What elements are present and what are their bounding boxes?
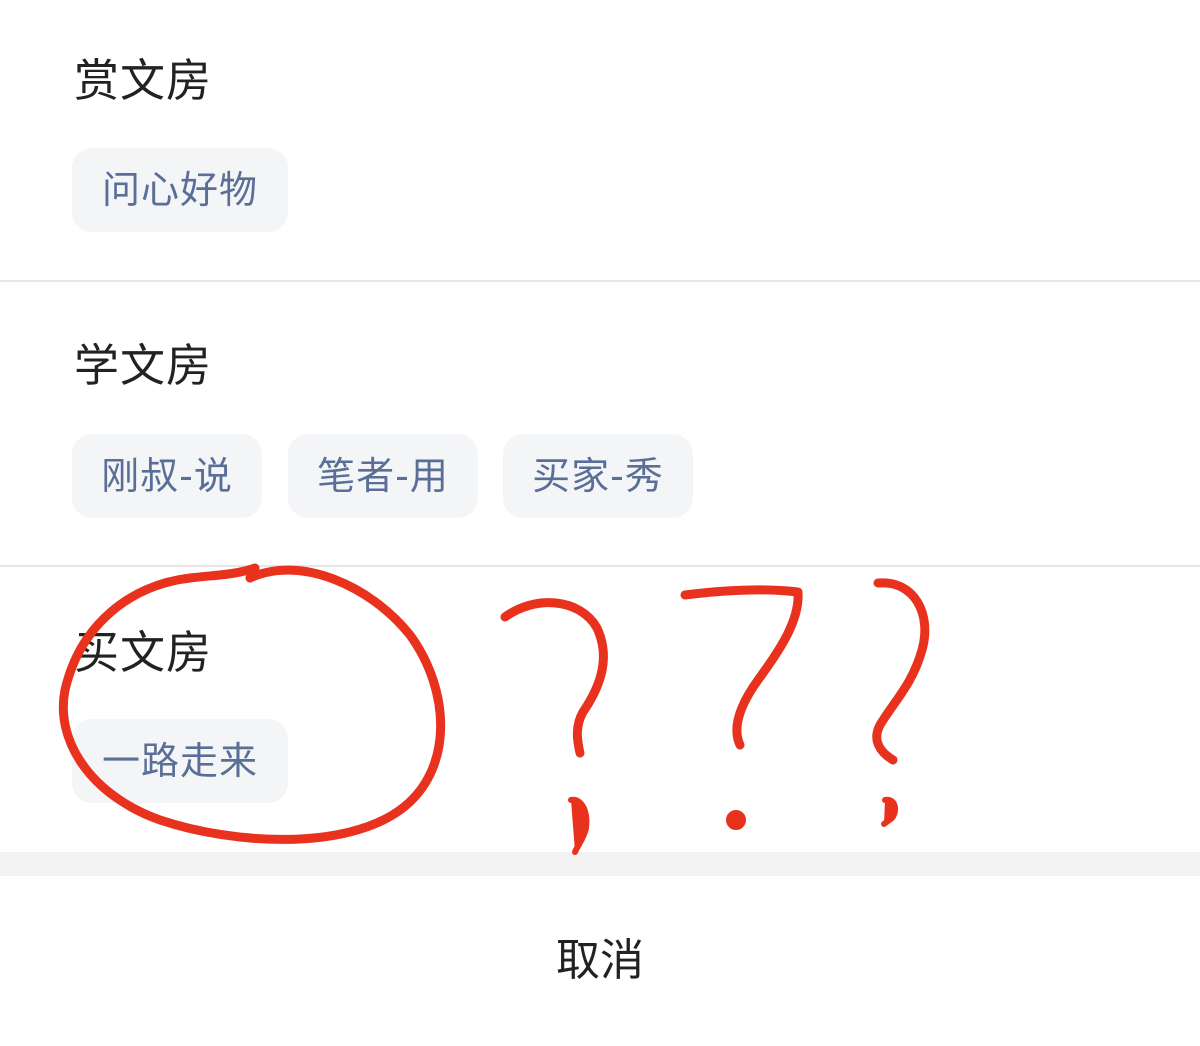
cancel-button[interactable]: 取消 bbox=[0, 876, 1200, 1016]
cancel-separator bbox=[0, 852, 1200, 876]
action-sheet: 赏文房 问心好物 学文房 刚叔-说 笔者-用 买家-秀 买文房 一路走来 取消 bbox=[0, 0, 1200, 1016]
section-shang-wenfang: 赏文房 问心好物 bbox=[0, 0, 1200, 282]
chip-wenxin-haowu[interactable]: 问心好物 bbox=[72, 148, 288, 232]
chip-gangshu-shuo[interactable]: 刚叔-说 bbox=[72, 434, 262, 518]
section-xue-wenfang: 学文房 刚叔-说 笔者-用 买家-秀 bbox=[0, 282, 1200, 566]
section-title: 买文房 bbox=[74, 626, 213, 679]
chip-yilu-zoulai[interactable]: 一路走来 bbox=[72, 719, 288, 803]
section-title: 赏文房 bbox=[74, 54, 213, 107]
section-mai-wenfang: 买文房 一路走来 bbox=[0, 567, 1200, 852]
chip-maijia-xiu[interactable]: 买家-秀 bbox=[503, 434, 693, 518]
chip-bizhe-yong[interactable]: 笔者-用 bbox=[288, 434, 478, 518]
section-title: 学文房 bbox=[74, 339, 213, 392]
